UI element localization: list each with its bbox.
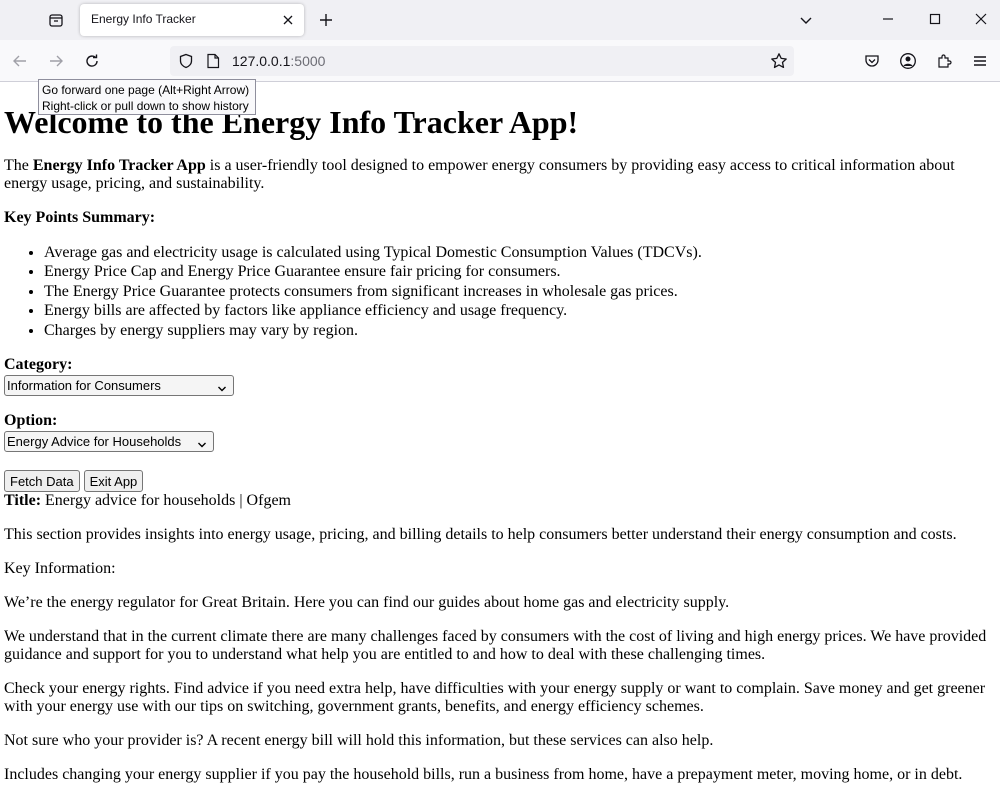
close-window-icon[interactable] <box>958 0 1000 38</box>
result-title-label: Title: <box>4 492 42 510</box>
fetch-data-button[interactable]: Fetch Data <box>4 470 80 493</box>
back-arrow-icon[interactable] <box>7 48 33 74</box>
result-paragraph: We’re the energy regulator for Great Bri… <box>4 594 730 612</box>
list-item: Energy bills are affected by factors lik… <box>44 301 996 320</box>
forward-button-tooltip: Go forward one page (Alt+Right Arrow) Ri… <box>38 79 256 115</box>
category-select[interactable]: Information for Consumers <box>4 375 234 397</box>
list-item: Charges by energy suppliers may vary by … <box>44 321 996 340</box>
firefox-view-icon[interactable] <box>44 8 68 32</box>
category-label: Category: <box>4 356 73 374</box>
list-item: The Energy Price Guarantee protects cons… <box>44 282 996 301</box>
extensions-icon[interactable] <box>931 48 957 74</box>
result-paragraph: Not sure who your provider is? A recent … <box>4 732 714 750</box>
list-all-tabs-icon[interactable] <box>794 8 818 32</box>
list-item: Average gas and electricity usage is cal… <box>44 243 996 262</box>
account-icon[interactable] <box>895 48 921 74</box>
tab-bar: Energy Info Tracker <box>0 0 1000 40</box>
minimize-icon[interactable] <box>865 0 911 38</box>
url-text[interactable]: 127.0.0.1:5000 <box>232 53 325 69</box>
result-paragraph: This section provides insights into ener… <box>4 526 957 544</box>
page-content: Welcome to the Energy Info Tracker App! … <box>0 83 1000 788</box>
navigation-toolbar: 127.0.0.1:5000 <box>0 40 1000 82</box>
browser-tab[interactable]: Energy Info Tracker <box>80 4 304 36</box>
tab-title: Energy Info Tracker <box>91 12 196 26</box>
key-points-heading: Key Points Summary: <box>4 209 156 226</box>
menu-icon[interactable] <box>967 48 993 74</box>
shield-icon[interactable] <box>178 53 194 74</box>
option-select[interactable]: Energy Advice for Households <box>4 431 214 453</box>
list-item: Energy Price Cap and Energy Price Guaran… <box>44 262 996 281</box>
close-tab-icon[interactable] <box>280 12 296 28</box>
intro-prefix: The <box>4 157 33 174</box>
intro-app-name: Energy Info Tracker App <box>32 157 206 174</box>
result-paragraph: Key Information: <box>4 560 116 578</box>
result-paragraph: We understand that in the current climat… <box>4 628 987 664</box>
intro-paragraph: The Energy Info Tracker App is a user-fr… <box>4 157 996 193</box>
result-title-value: Energy advice for households | Ofgem <box>41 492 291 510</box>
key-points-list: Average gas and electricity usage is cal… <box>4 243 996 340</box>
url-port: :5000 <box>290 53 326 69</box>
exit-app-button[interactable]: Exit App <box>83 470 144 493</box>
address-bar[interactable]: 127.0.0.1:5000 <box>170 46 794 76</box>
bookmark-star-icon[interactable] <box>770 52 788 75</box>
tooltip-line-2: Right-click or pull down to show history <box>42 99 249 113</box>
url-host: 127.0.0.1 <box>232 53 291 69</box>
pocket-icon[interactable] <box>859 48 885 74</box>
tooltip-line-1: Go forward one page (Alt+Right Arrow) <box>42 83 250 97</box>
new-tab-icon[interactable] <box>314 8 338 32</box>
maximize-icon[interactable] <box>912 0 958 38</box>
result-paragraph: Includes changing your energy supplier i… <box>4 766 963 784</box>
forward-arrow-icon[interactable] <box>43 48 69 74</box>
page-info-icon[interactable] <box>206 53 220 74</box>
option-label: Option: <box>4 412 58 430</box>
result-title: Title: Energy advice for households | Of… <box>4 492 996 510</box>
reload-icon[interactable] <box>79 48 105 74</box>
result-paragraph: Check your energy rights. Find advice if… <box>4 680 986 716</box>
